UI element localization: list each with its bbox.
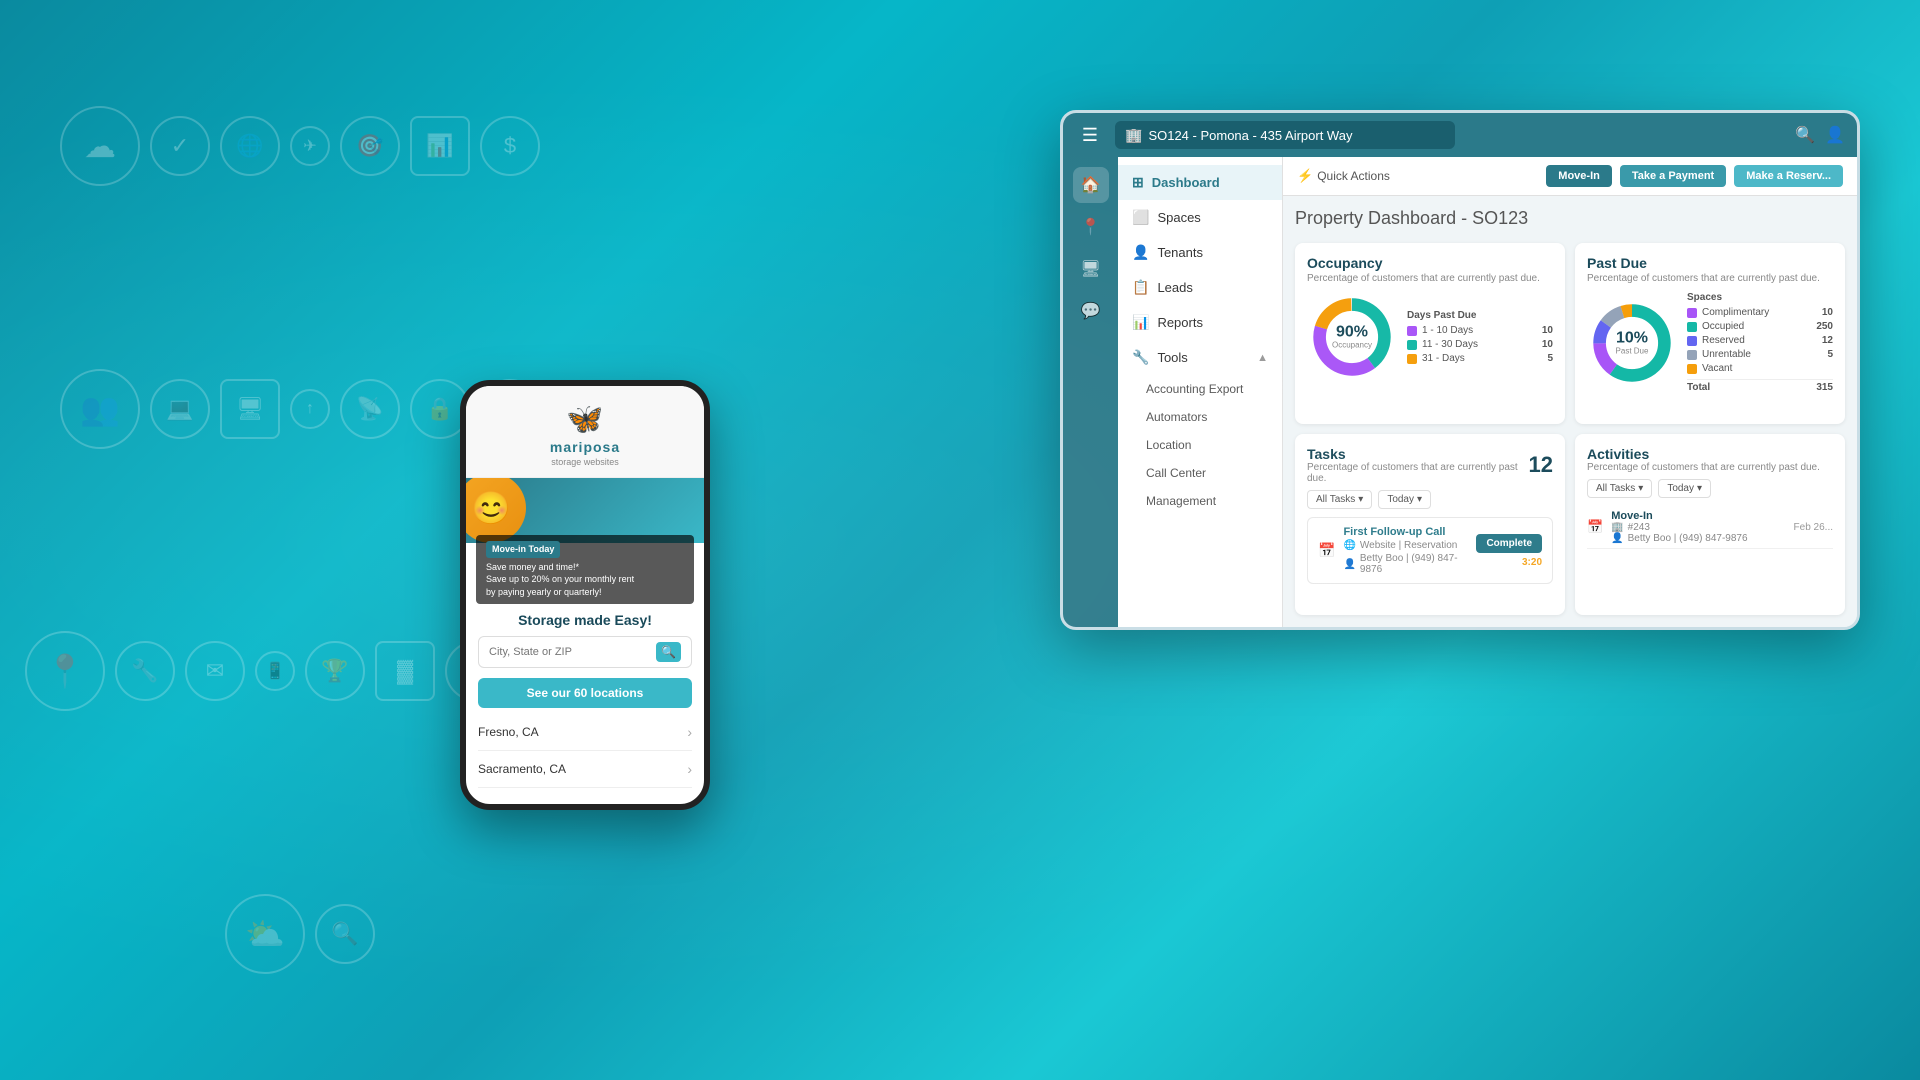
promo-line3: by paying yearly or quarterly!	[486, 586, 684, 599]
location-arrow-icon: ›	[687, 724, 692, 740]
envelope-icon: ✉	[185, 641, 245, 701]
globe-icon: 🌐	[220, 116, 280, 176]
mobile-search-icon[interactable]: 🔍	[656, 642, 681, 662]
mobile-tagline: Storage made Easy!	[466, 604, 704, 632]
phone-icon: 📱	[255, 651, 295, 691]
users-icon: 👥	[60, 369, 140, 449]
trophy-icon: 🏆	[305, 641, 365, 701]
location-item-fresno[interactable]: Fresno, CA ›	[478, 714, 692, 751]
wrench-icon: 🔧	[115, 641, 175, 701]
cloud-icon: ☁	[60, 106, 140, 186]
location-sacramento-label: Sacramento, CA	[478, 762, 566, 776]
chart-icon: 📊	[410, 116, 470, 176]
location-item-sacramento[interactable]: Sacramento, CA ›	[478, 751, 692, 788]
location-arrow-icon-2: ›	[687, 761, 692, 777]
plane-icon: ✈	[290, 126, 330, 166]
search-icon: 🔍	[315, 904, 375, 964]
mobile-locations: Fresno, CA › Sacramento, CA ›	[466, 714, 704, 788]
mobile-search-bar[interactable]: 🔍	[478, 636, 692, 668]
mariposa-logo: 🦋 mariposa storage websites	[550, 402, 620, 467]
mobile-header: 🦋 mariposa storage websites	[466, 386, 704, 478]
promo-line1: Save money and time!*	[486, 561, 684, 574]
promo-line2: Save up to 20% on your monthly rent	[486, 573, 684, 586]
mobile-mockup: 🦋 mariposa storage websites 😊 Move-in To…	[460, 380, 710, 810]
hero-avatar: 😊	[466, 478, 526, 543]
mariposa-text: mariposa	[550, 439, 620, 455]
target-icon: 🎯	[340, 116, 400, 176]
monitor-icon: 🖥	[220, 379, 280, 439]
mobile-search-input[interactable]	[489, 646, 650, 658]
mariposa-sub: storage websites	[551, 457, 619, 467]
check-icon: ✓	[150, 116, 210, 176]
cloud2-icon: ⛅	[225, 894, 305, 974]
location-fresno-label: Fresno, CA	[478, 725, 539, 739]
mobile-hero: 😊	[466, 478, 704, 543]
dollar-icon: $	[480, 116, 540, 176]
mobile-cta-button[interactable]: See our 60 locations	[478, 678, 692, 708]
promo-badge: Move-in Today	[486, 541, 560, 558]
location-icon: 📍	[25, 631, 105, 711]
laptop-icon: 💻	[150, 379, 210, 439]
butterfly-icon: 🦋	[566, 402, 603, 437]
tech-icons-background: ☁ ✓ 🌐 ✈ 🎯 📊 $ 👥 💻 🖥 ↑ 📡 🔒 ⚙ 📍 🔧 ✉ 📱 🏆 ▓ …	[0, 0, 1920, 1080]
mobile-screen: 🦋 mariposa storage websites 😊 Move-in To…	[466, 386, 704, 804]
wifi-icon: 📡	[340, 379, 400, 439]
promo-banner: Move-in Today Save money and time!* Save…	[476, 535, 694, 604]
arrow-up-icon: ↑	[290, 389, 330, 429]
bar-chart-icon: ▓	[375, 641, 435, 701]
